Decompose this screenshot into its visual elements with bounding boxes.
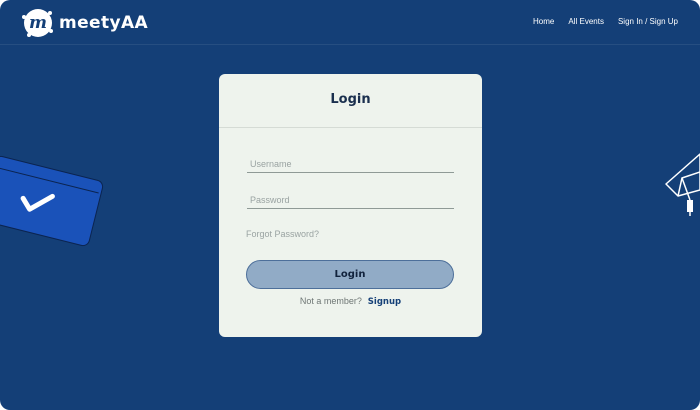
top-navbar: m meetyAA Home All Events Sign In / Sign… xyxy=(0,0,700,45)
nav-link-sign-in[interactable]: Sign In / Sign Up xyxy=(618,16,678,28)
forgot-password-link[interactable]: Forgot Password? xyxy=(246,229,319,239)
signup-prompt: Not a member? Signup xyxy=(219,296,482,307)
checkmark-icon xyxy=(20,193,55,212)
login-button[interactable]: Login xyxy=(246,260,454,289)
card-divider xyxy=(219,127,482,128)
signup-link[interactable]: Signup xyxy=(368,297,401,307)
login-title: Login xyxy=(330,92,371,107)
checkmark-card-illustration xyxy=(0,154,105,248)
nav-link-all-events[interactable]: All Events xyxy=(568,16,604,28)
password-input[interactable] xyxy=(247,191,454,209)
main-nav: Home All Events Sign In / Sign Up xyxy=(533,16,678,28)
not-member-text: Not a member? xyxy=(299,296,362,306)
graduation-cap-icon xyxy=(665,153,700,216)
brand-logo[interactable]: m meetyAA xyxy=(22,8,149,38)
nav-link-home[interactable]: Home xyxy=(533,16,554,28)
login-card: Login Forgot Password? Login Not a membe… xyxy=(219,74,482,337)
username-input[interactable] xyxy=(247,155,454,173)
logo-letter: m xyxy=(29,13,47,33)
brand-name: meetyAA xyxy=(59,13,149,33)
page-background: m meetyAA Home All Events Sign In / Sign… xyxy=(0,0,700,410)
logo-badge-icon: m xyxy=(22,9,53,37)
